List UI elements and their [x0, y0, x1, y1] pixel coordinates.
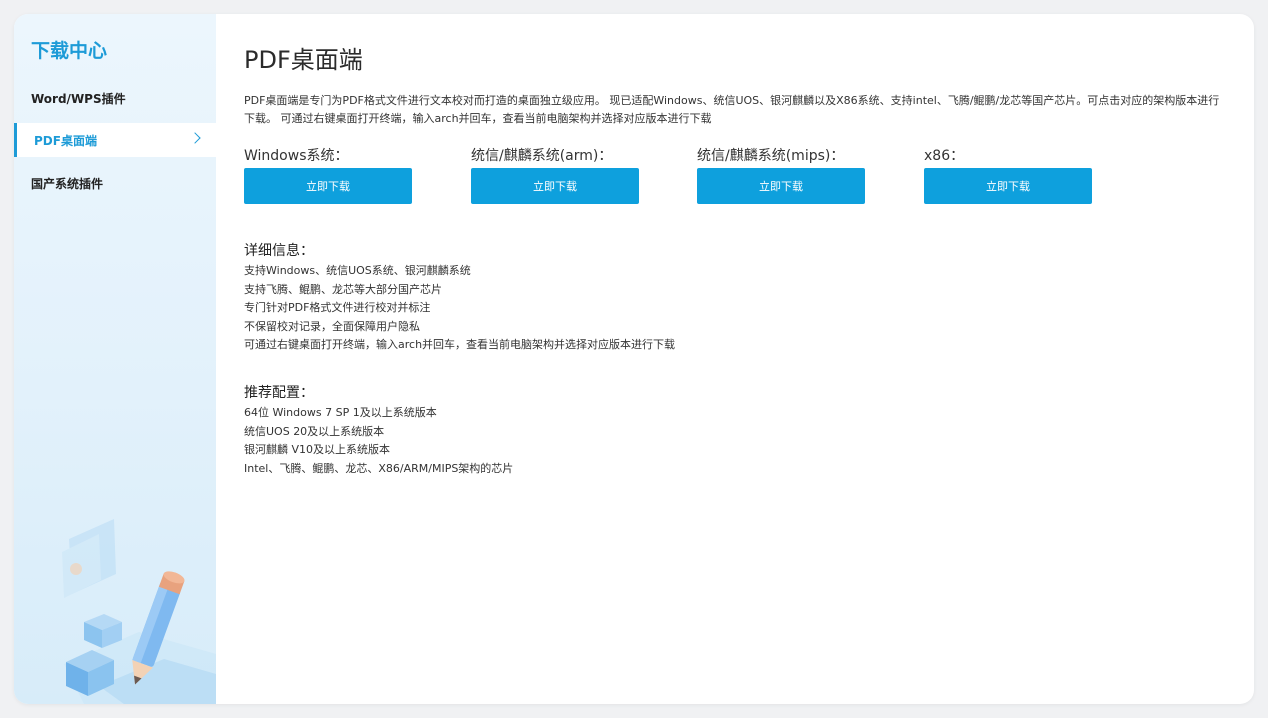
sidebar-item-label: Word/WPS插件 [31, 91, 126, 106]
sidebar-item-label: 国产系统插件 [31, 176, 104, 191]
chevron-right-icon [189, 132, 201, 144]
requirements-line: Intel、飞腾、鲲鹏、龙芯、X86/ARM/MIPS架构的芯片 [244, 461, 514, 475]
sidebar-item-label: PDF桌面端 [34, 133, 97, 148]
sidebar-item-domestic-plugins[interactable]: 国产系统插件 [14, 166, 216, 200]
sidebar-item-word-wps[interactable]: Word/WPS插件 [14, 81, 216, 115]
requirements-section: 推荐配置： 64位 Windows 7 SP 1及以上系统版本 统信UOS 20… [244, 383, 513, 478]
download-arm-button[interactable]: 立即下载 [471, 168, 639, 204]
details-line: 不保留校对记录，全面保障用户隐私 [244, 319, 420, 333]
download-x86-button[interactable]: 立即下载 [924, 168, 1092, 204]
details-section: 详细信息： 支持Windows、统信UOS系统、银河麒麟系统 支持飞腾、鲲鹏、龙… [244, 241, 675, 355]
download-label: Windows系统： [244, 148, 349, 164]
download-x86: x86： 立即下载 [924, 147, 1092, 204]
requirements-title: 推荐配置： [244, 385, 314, 401]
pencil-illustration [62, 519, 216, 704]
sidebar-item-pdf-desktop[interactable]: PDF桌面端 [14, 123, 216, 157]
download-label: x86： [924, 148, 965, 164]
main-content: PDF桌面端 PDF桌面端是专门为PDF格式文件进行文本校对而打造的桌面独立级应… [216, 14, 1254, 704]
details-line: 可通过右键桌面打开终端，输入arch并回车，查看当前电脑架构并选择对应版本进行下… [244, 338, 676, 351]
download-mips: 统信/麒麟系统(mips)： 立即下载 [697, 147, 865, 204]
requirements-line: 银河麒麟 V10及以上系统版本 [244, 443, 391, 456]
details-line: 支持飞腾、鲲鹏、龙芯等大部分国产芯片 [244, 282, 442, 296]
page-title: PDF桌面端 [244, 46, 363, 74]
details-line: 专门针对PDF格式文件进行校对并标注 [244, 301, 431, 314]
download-label: 统信/麒麟系统(arm)： [471, 148, 613, 164]
download-arm: 统信/麒麟系统(arm)： 立即下载 [471, 147, 639, 204]
download-windows: Windows系统： 立即下载 [244, 147, 412, 204]
requirements-line: 64位 Windows 7 SP 1及以上系统版本 [244, 406, 437, 419]
details-line: 支持Windows、统信UOS系统、银河麒麟系统 [244, 264, 471, 277]
sidebar-title: 下载中心 [31, 40, 108, 62]
download-label: 统信/麒麟系统(mips)： [697, 148, 845, 164]
app-window: 下载中心 Word/WPS插件 PDF桌面端 国产系统插件 PDF桌面端 PDF… [14, 14, 1254, 704]
requirements-line: 统信UOS 20及以上系统版本 [244, 424, 385, 438]
download-windows-button[interactable]: 立即下载 [244, 168, 412, 204]
download-mips-button[interactable]: 立即下载 [697, 168, 865, 204]
intro-text: PDF桌面端是专门为PDF格式文件进行文本校对而打造的桌面独立级应用。 现已适配… [244, 94, 1220, 125]
sidebar: 下载中心 Word/WPS插件 PDF桌面端 国产系统插件 [14, 14, 216, 704]
details-title: 详细信息： [244, 243, 314, 259]
